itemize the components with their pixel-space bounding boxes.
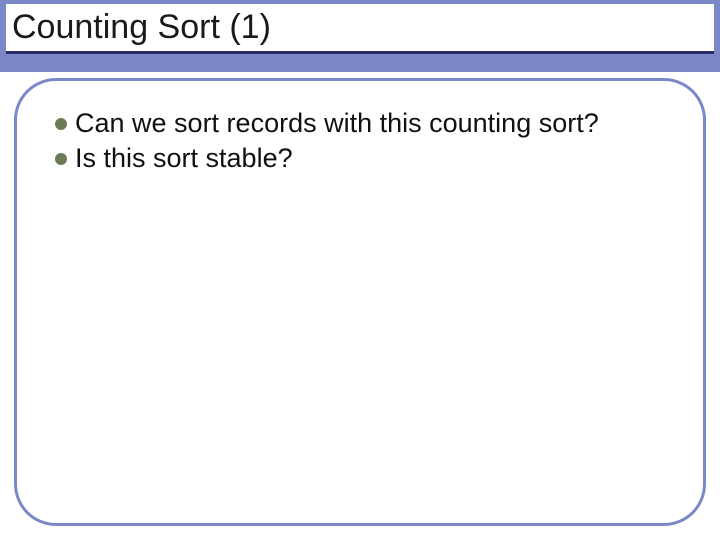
title-plate: Counting Sort (1) [6,4,714,54]
bullet-item: Can we sort records with this counting s… [55,107,671,140]
slide-title: Counting Sort (1) [12,8,271,47]
bullet-text: Is this sort stable? [75,143,293,173]
bullet-dot-icon [55,118,67,130]
content-frame: Can we sort records with this counting s… [14,78,706,526]
bullet-text: Can we sort records with this counting s… [75,108,599,138]
header-band: Counting Sort (1) [0,0,720,72]
bullet-item: Is this sort stable? [55,142,671,175]
bullet-dot-icon [55,153,67,165]
bullet-list: Can we sort records with this counting s… [55,107,671,175]
